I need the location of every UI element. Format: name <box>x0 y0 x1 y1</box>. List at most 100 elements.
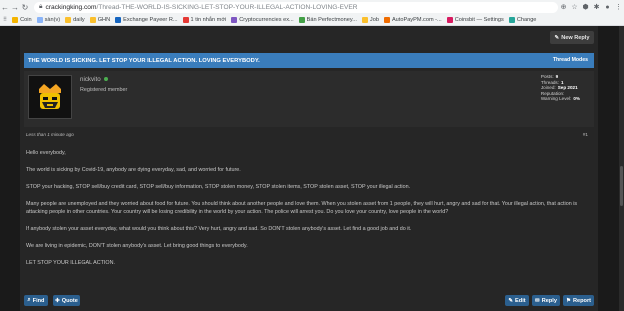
forward-icon[interactable]: → <box>10 3 20 12</box>
bookmark-item[interactable]: AutoPayPM.com -... <box>383 16 442 23</box>
post-paragraph: LET STOP YOUR ILLEGAL ACTION. <box>26 260 115 266</box>
bookmark-favicon-icon <box>36 16 43 23</box>
report-button[interactable]: ⚑ Report <box>563 295 594 306</box>
new-reply-button[interactable]: ✎ New Reply <box>550 31 594 44</box>
username-label: nickvito <box>80 76 101 83</box>
bookmark-item[interactable]: GHN <box>89 16 111 23</box>
avatar-king-icon <box>39 84 61 109</box>
post-date: Less than 1 minute ago <box>26 132 74 137</box>
profile-icon[interactable]: ● <box>602 4 613 11</box>
reply-button[interactable]: ✉ Reply <box>532 295 560 306</box>
scrollbar-thumb[interactable] <box>620 166 623 206</box>
thread-modes-link[interactable]: Thread Modes <box>553 57 588 63</box>
bookmark-label: AutoPayPM.com -... <box>391 16 442 23</box>
bookmark-label: Change <box>516 16 537 23</box>
bookmark-label: Coinsbit — Settings <box>454 16 504 23</box>
new-reply-label: New Reply <box>561 34 590 41</box>
stat-row: Warning Level: 0% <box>541 96 580 102</box>
post-body: Hello everybody, The world is sicking by … <box>26 149 586 276</box>
bookmarks-bar: ⠿ Coin sàn(v) daily GHN Exchange Payeer R...… <box>0 14 624 26</box>
bookmark-favicon-icon <box>298 16 305 23</box>
bookmark-favicon-icon <box>65 16 72 23</box>
report-icon: ⚑ <box>565 297 571 304</box>
bookmark-item[interactable]: Coin <box>12 16 32 23</box>
puzzle-icon[interactable]: ✱ <box>591 3 602 11</box>
post-paragraph: Many people are unemployed and they worr… <box>26 201 578 215</box>
stat-value: 0% <box>573 96 580 102</box>
url-input[interactable]: 🔒︎ crackingking.com/Thread-THE-WORLD-IS-… <box>34 1 558 13</box>
quote-label: Quote <box>61 297 78 304</box>
url-host: crackingking.com <box>45 3 97 11</box>
avatar[interactable] <box>28 75 72 119</box>
thread-title: THE WORLD IS SICKING. LET STOP YOUR ILLE… <box>28 57 260 64</box>
online-status-icon <box>103 77 108 81</box>
stat-value: Sep 2021 <box>557 85 578 91</box>
bookmark-favicon-icon <box>182 16 189 23</box>
url-path: /Thread-THE-WORLD-IS-SICKING-LET-STOP-YO… <box>96 3 358 11</box>
bookmark-favicon-icon <box>383 16 390 23</box>
bookmark-label: Exchange Payeer R... <box>123 16 178 23</box>
menu-icon[interactable]: ⋮ <box>613 3 624 11</box>
lock-icon: 🔒︎ <box>39 3 43 10</box>
quote-icon: ✚ <box>55 297 60 304</box>
stat-label: Warning Level: <box>540 96 572 102</box>
star-icon[interactable]: ☆ <box>569 3 580 11</box>
bookmark-item[interactable]: Coinsbit — Settings <box>446 16 504 23</box>
post-author-header: nickvito Registered member Posts: 9 Thread… <box>24 71 594 127</box>
stat-label: Posts: <box>540 74 554 79</box>
back-icon[interactable]: ← <box>0 3 10 12</box>
bookmark-label: Bán Perfectmoney... <box>306 16 357 23</box>
extension-icon[interactable]: ⬢ <box>580 3 591 11</box>
post-paragraph: If anybody stolen your asset everyday, w… <box>26 226 412 232</box>
page-scrollbar[interactable] <box>619 26 624 311</box>
bookmark-item[interactable]: Exchange Payeer R... <box>115 16 178 23</box>
address-bar: ← → ↻ 🔒︎ crackingking.com/Thread-THE-WOR… <box>0 0 624 14</box>
bookmark-favicon-icon <box>115 16 122 23</box>
post-number[interactable]: #1 <box>583 132 588 137</box>
stat-value: 9 <box>555 74 559 79</box>
bookmark-favicon-icon <box>89 16 96 23</box>
user-role: Registered member <box>80 87 128 93</box>
username[interactable]: nickvito <box>80 76 108 83</box>
bookmark-label: daily <box>73 16 85 23</box>
search-icon: ⌕ <box>27 297 31 303</box>
bookmark-item[interactable]: 1 tin nhắn mới <box>182 16 227 23</box>
post-paragraph: We are living in epidemic, DON'T stolen … <box>26 243 248 249</box>
bookmark-label: Job <box>369 16 379 23</box>
report-label: Report <box>572 297 592 304</box>
bookmark-item[interactable]: Change <box>508 16 537 23</box>
bookmark-label: 1 tin nhắn mới <box>190 16 227 23</box>
edit-icon: ✎ <box>508 297 514 304</box>
post-paragraph: STOP your hacking, STOP sell/buy credit … <box>26 184 411 190</box>
bookmark-label: Cryptocurrencies ex... <box>239 16 294 23</box>
thread-title-bar: THE WORLD IS SICKING. LET STOP YOUR ILLE… <box>24 53 594 68</box>
stat-label: Threads: <box>540 79 560 85</box>
stat-label: Joined: <box>540 85 556 91</box>
edit-button[interactable]: ✎ Edit <box>505 295 529 306</box>
bookmark-favicon-icon <box>361 16 368 23</box>
bookmark-label: sàn(v) <box>44 16 61 23</box>
post-paragraph: Hello everybody, <box>26 150 66 156</box>
bookmark-favicon-icon <box>508 16 515 23</box>
bookmark-item[interactable]: Cryptocurrencies ex... <box>231 16 294 23</box>
forum-container: ✎ New Reply THE WORLD IS SICKING. LET ST… <box>20 26 598 311</box>
reply-label: Reply <box>541 297 557 304</box>
reload-icon[interactable]: ↻ <box>20 3 30 12</box>
zoom-icon[interactable]: ⊕ <box>558 3 569 11</box>
bookmark-favicon-icon <box>231 16 238 23</box>
stat-value: 1 <box>561 79 564 85</box>
bookmark-item[interactable]: daily <box>65 16 85 23</box>
bookmark-item[interactable]: Job <box>361 16 379 23</box>
quote-button[interactable]: ✚ Quote <box>53 295 80 306</box>
bookmark-favicon-icon <box>446 16 453 23</box>
bookmark-item[interactable]: sàn(v) <box>36 16 61 23</box>
find-button[interactable]: ⌕ Find <box>24 295 48 306</box>
reply-icon: ✉ <box>535 297 540 304</box>
reply-icon: ✎ <box>554 34 560 41</box>
edit-label: Edit <box>515 297 526 304</box>
post-paragraph: The world is sicking by Covid-19, anybod… <box>26 167 241 173</box>
bookmark-label: GHN <box>97 16 111 23</box>
bookmark-item[interactable]: Bán Perfectmoney... <box>298 16 357 23</box>
bookmark-label: Coin <box>20 16 32 23</box>
author-stats: Posts: 9 Threads: 1 Joined: Sep 2021 Reputatio… <box>541 74 580 102</box>
